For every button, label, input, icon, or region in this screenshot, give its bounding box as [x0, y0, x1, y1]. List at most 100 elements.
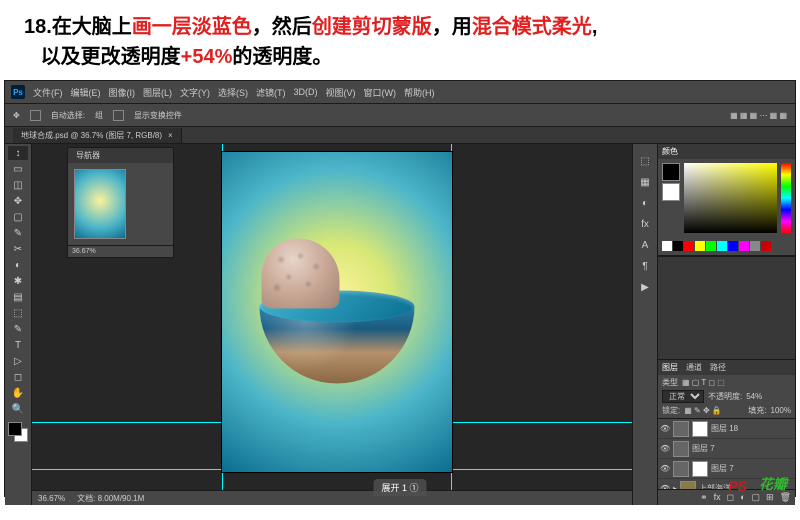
watermark-ps: PS	[728, 478, 747, 494]
layer-row[interactable]: 👁 图层 18	[658, 419, 795, 439]
align-icons[interactable]: ▦ ▦ ▦ ⋯ ▦ ▦	[730, 111, 787, 120]
folder-icon[interactable]	[680, 481, 696, 490]
navigator-zoom[interactable]: 36.67%	[68, 245, 173, 257]
visibility-icon[interactable]: 👁	[660, 424, 670, 433]
auto-select-dropdown[interactable]: 组	[95, 110, 103, 121]
menu-edit[interactable]: 编辑(E)	[71, 86, 101, 99]
styles-icon[interactable]: fx	[641, 219, 649, 230]
lasso-tool[interactable]: ◫	[8, 178, 28, 192]
layer-thumbnail[interactable]	[673, 441, 689, 457]
zoom-tool[interactable]: 🔍	[8, 402, 28, 416]
healing-tool[interactable]: ✂	[8, 242, 28, 256]
status-zoom[interactable]: 36.67%	[38, 494, 65, 503]
pen-tool[interactable]: ✎	[8, 322, 28, 336]
gradient-tool[interactable]: ▤	[8, 290, 28, 304]
shape-tool[interactable]: ◻	[8, 370, 28, 384]
auto-select-label: 自动选择:	[51, 110, 85, 121]
hand-tool[interactable]: ✋	[8, 386, 28, 400]
path-tool[interactable]: ▷	[8, 354, 28, 368]
blend-mode-select[interactable]: 正常	[662, 390, 704, 403]
paths-tab[interactable]: 路径	[710, 362, 726, 373]
lock-icons[interactable]: ▦ ✎ ✥ 🔒	[684, 406, 722, 415]
layer-row[interactable]: 👁 图层 7	[658, 439, 795, 459]
type-tool[interactable]: T	[8, 338, 28, 352]
menu-file[interactable]: 文件(F)	[33, 86, 63, 99]
layer-name[interactable]: 图层 7	[711, 463, 734, 474]
navigator-panel[interactable]: 导航器 36.67%	[67, 147, 174, 258]
menu-select[interactable]: 选择(S)	[218, 86, 248, 99]
move-tool-icon: ✥	[13, 111, 20, 120]
menu-help[interactable]: 帮助(H)	[404, 86, 435, 99]
layer-thumbnail[interactable]	[673, 461, 689, 477]
document-tabs: 地球合成.psd @ 36.7% (图层 7, RGB/8) ×	[5, 127, 795, 144]
panel-gap	[658, 256, 795, 360]
tab-close-icon[interactable]: ×	[168, 131, 173, 140]
show-transform-checkbox[interactable]	[113, 110, 124, 121]
para-icon[interactable]: ¶	[642, 261, 647, 272]
menu-type[interactable]: 文字(Y)	[180, 86, 210, 99]
foreground-color[interactable]	[8, 422, 22, 436]
move-tool[interactable]: ↕	[8, 146, 28, 160]
fx-icon[interactable]: fx	[714, 492, 721, 503]
layer-name[interactable]: 图层 7	[692, 443, 715, 454]
layers-tab[interactable]: 图层	[662, 362, 678, 373]
color-swatches[interactable]	[8, 422, 28, 442]
actions-icon[interactable]: ▶	[641, 282, 649, 293]
crop-tool[interactable]: ✥	[8, 194, 28, 208]
layer-mask-thumbnail[interactable]	[692, 421, 708, 437]
tab-title: 地球合成.psd @ 36.7% (图层 7, RGB/8)	[21, 130, 162, 141]
earth-sphere-art	[260, 228, 415, 383]
layer-mask-thumbnail[interactable]	[692, 461, 708, 477]
channels-tab[interactable]: 通道	[686, 362, 702, 373]
bg-swatch[interactable]	[662, 183, 680, 201]
status-doc-size: 文档: 8.00M/90.1M	[77, 493, 144, 504]
menu-filter[interactable]: 滤镜(T)	[256, 86, 286, 99]
menu-layer[interactable]: 图层(L)	[143, 86, 172, 99]
navigator-thumbnail[interactable]	[74, 169, 126, 239]
swatches-grid[interactable]	[658, 237, 795, 255]
menu-3d[interactable]: 3D(D)	[294, 87, 318, 97]
menu-view[interactable]: 视图(V)	[326, 86, 356, 99]
marquee-tool[interactable]: ▭	[8, 162, 28, 176]
stamp-tool[interactable]: ✱	[8, 274, 28, 288]
char-icon[interactable]: A	[642, 240, 649, 251]
lock-label: 锁定:	[662, 405, 680, 416]
auto-select-checkbox[interactable]	[30, 110, 41, 121]
artboard[interactable]	[222, 152, 452, 472]
layer-thumbnail[interactable]	[673, 421, 689, 437]
fg-swatch[interactable]	[662, 163, 680, 181]
frame-tool[interactable]: ▢	[8, 210, 28, 224]
eraser-tool[interactable]: ⬚	[8, 306, 28, 320]
filter-icons[interactable]: ▦ ▢ T ◻ ⬚	[682, 378, 725, 387]
fill-value[interactable]: 100%	[771, 406, 791, 415]
watermark-huaban: 花瓣	[759, 474, 787, 494]
document-tab[interactable]: 地球合成.psd @ 36.7% (图层 7, RGB/8) ×	[13, 128, 182, 143]
adjustments-icon[interactable]: ◐	[642, 198, 648, 209]
visibility-icon[interactable]: 👁	[660, 444, 670, 453]
bottom-pager[interactable]: 展开 1 ①	[373, 479, 426, 496]
visibility-icon[interactable]: 👁	[660, 464, 670, 473]
navigator-tab[interactable]: 导航器	[72, 150, 104, 161]
menubar: Ps 文件(F) 编辑(E) 图像(I) 图层(L) 文字(Y) 选择(S) 滤…	[5, 81, 795, 104]
brush-tool[interactable]: ◐	[8, 258, 28, 272]
menu-image[interactable]: 图像(I)	[109, 86, 136, 99]
canvas-area[interactable]: 导航器 36.67% 36.67% 文档: 8.00M/90.1M	[32, 144, 632, 505]
filter-kind-label: 类型	[662, 377, 678, 388]
collapsed-panels-strip: ⬚ ▦ ◐ fx A ¶ ▶	[633, 144, 658, 505]
history-icon[interactable]: ⬚	[640, 156, 649, 167]
left-toolbar: ↕ ▭ ◫ ✥ ▢ ✎ ✂ ◐ ✱ ▤ ⬚ ✎ T ▷ ◻ ✋ 🔍	[5, 144, 32, 505]
layer-name[interactable]: 图层 18	[711, 423, 738, 434]
eyedropper-tool[interactable]: ✎	[8, 226, 28, 240]
hue-slider[interactable]	[781, 163, 791, 233]
color-panel: 颜色	[658, 144, 795, 256]
fill-label: 填充:	[748, 405, 766, 416]
link-layers-icon[interactable]: ⚭	[700, 492, 708, 503]
options-bar: ✥ 自动选择: 组 显示变换控件 ▦ ▦ ▦ ⋯ ▦ ▦	[5, 104, 795, 127]
brain-quarter	[262, 238, 340, 308]
color-tab[interactable]: 颜色	[662, 146, 678, 157]
menu-window[interactable]: 窗口(W)	[364, 86, 397, 99]
opacity-value[interactable]: 54%	[746, 392, 762, 401]
ps-logo-icon: Ps	[11, 85, 25, 99]
color-field[interactable]	[684, 163, 777, 233]
swatches-icon[interactable]: ▦	[640, 177, 649, 188]
